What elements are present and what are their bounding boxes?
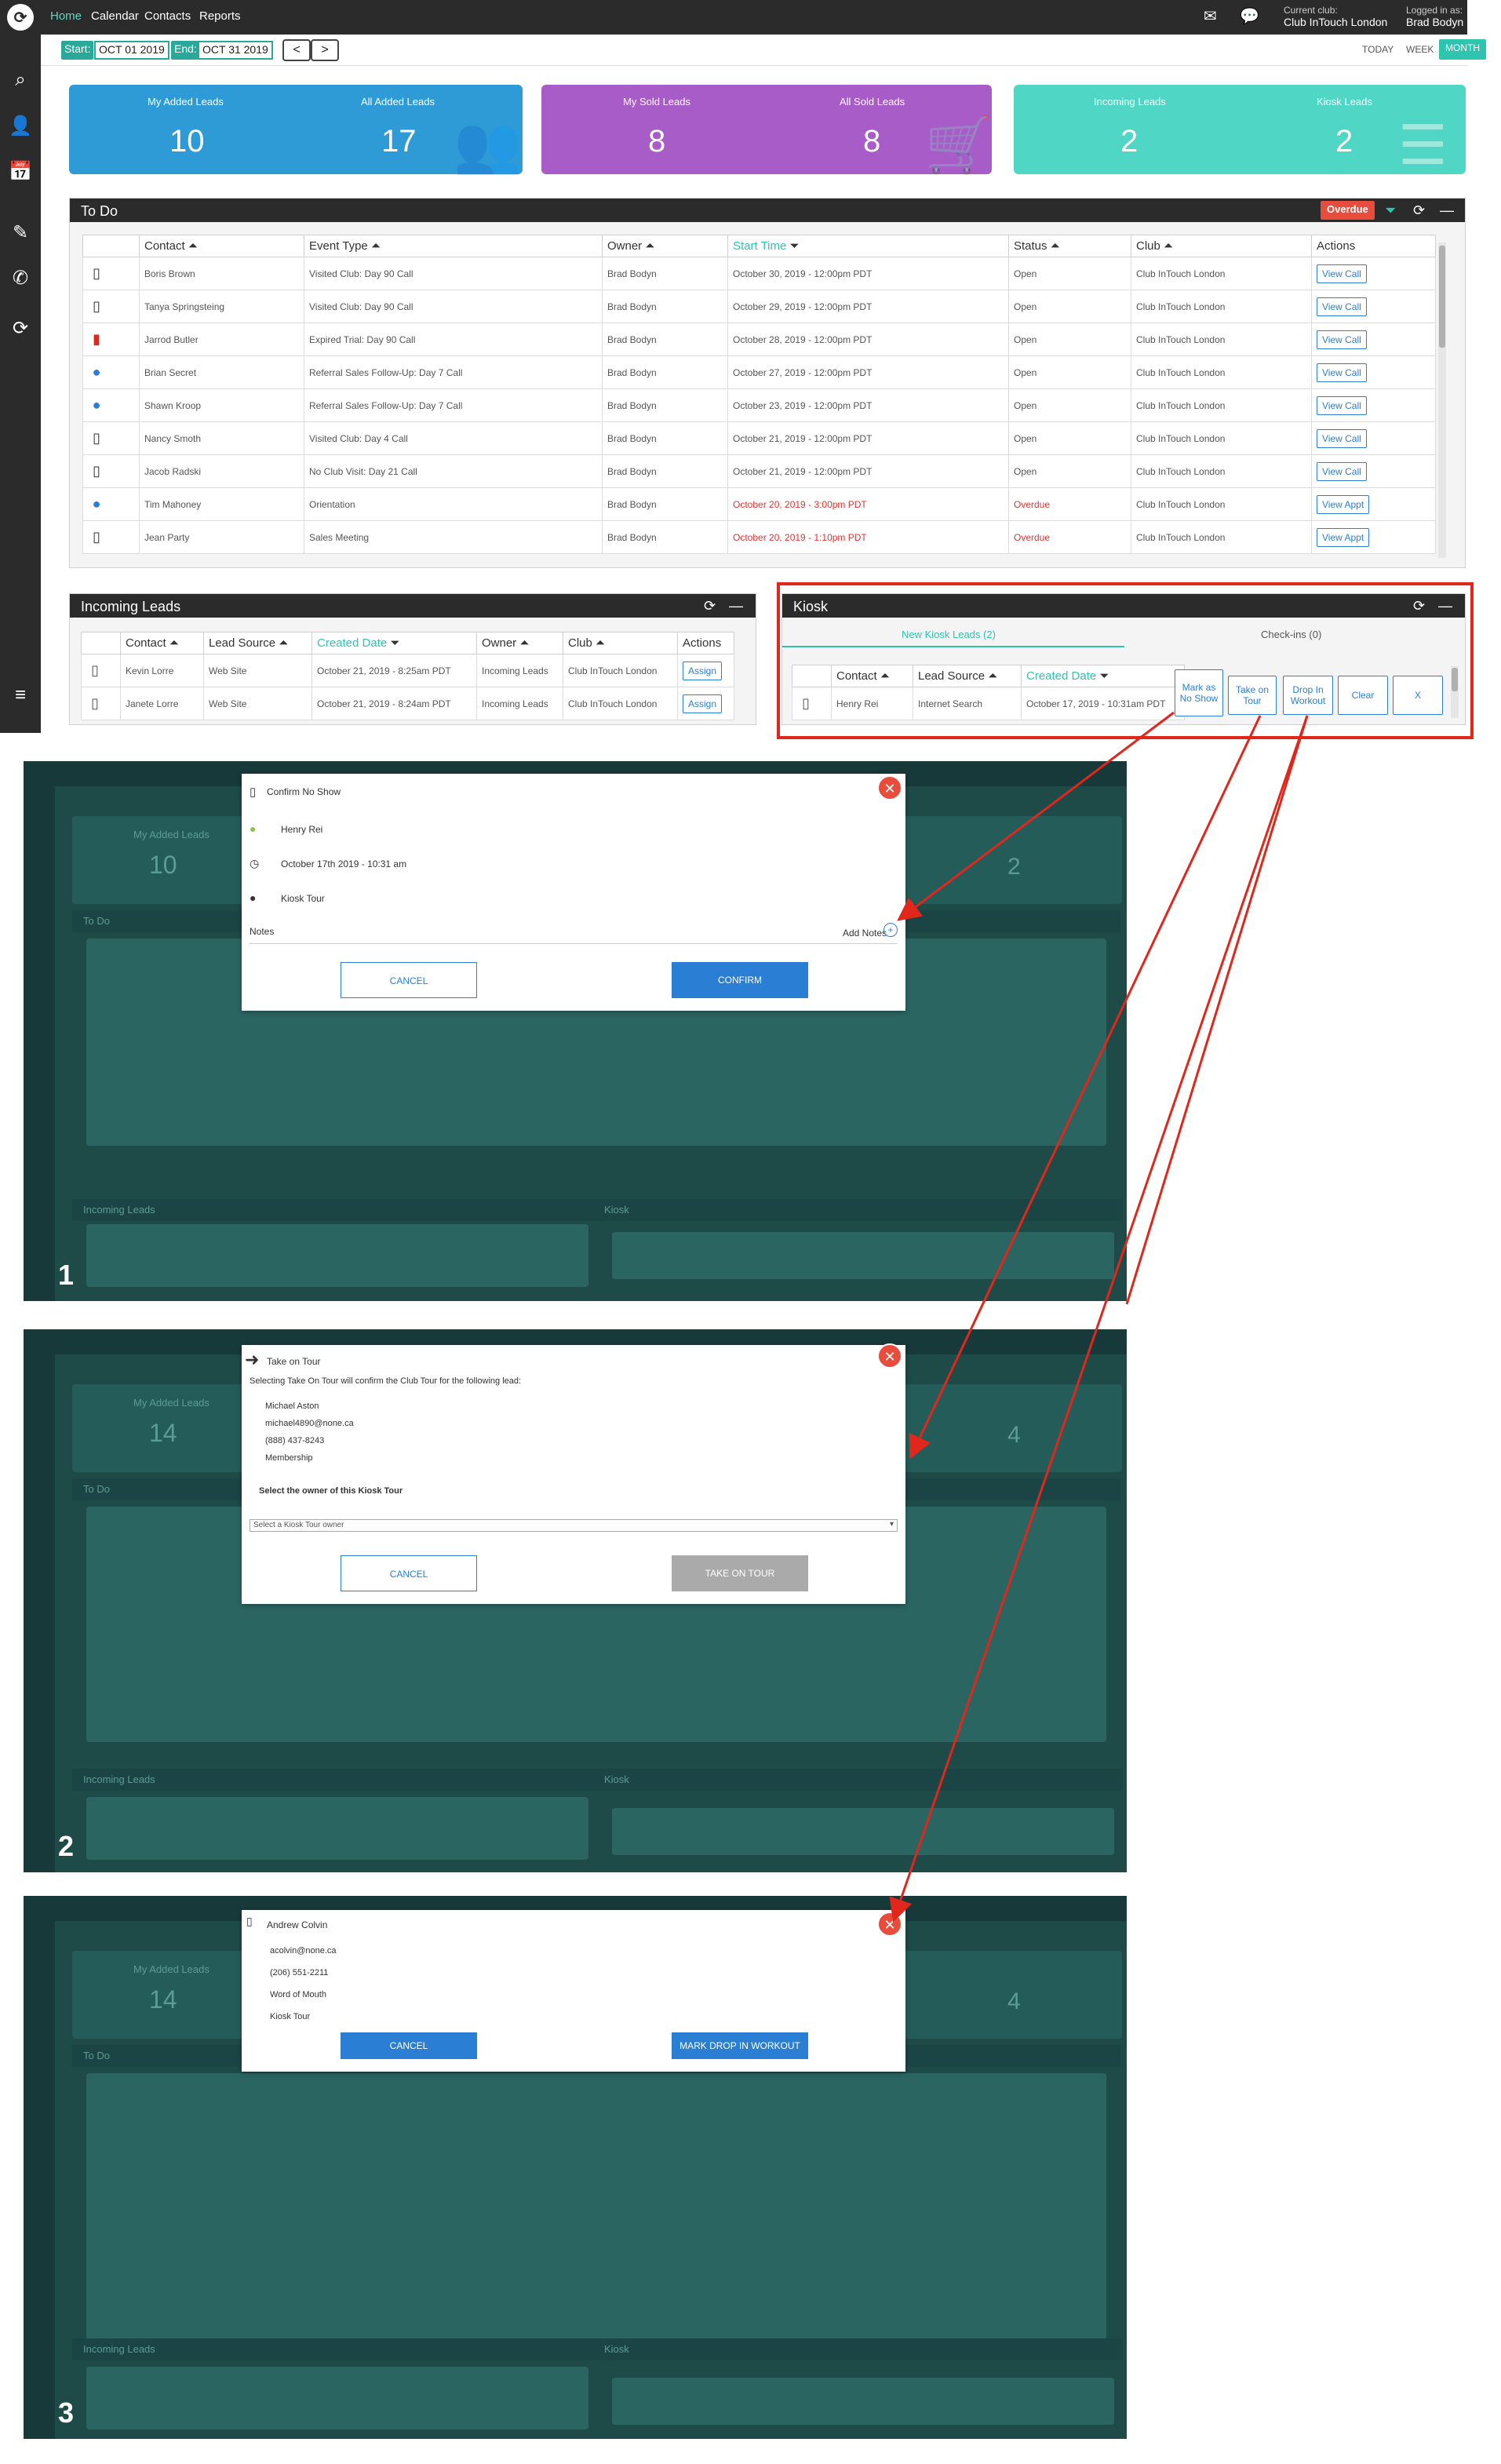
arrow-drop-in-workout (889, 715, 1309, 1923)
arrow-no-show (897, 711, 1175, 921)
annotation-arrows (889, 711, 1309, 1923)
arrow-take-on-tour (909, 715, 1262, 1460)
arrow-helper-line (1125, 715, 1309, 1305)
